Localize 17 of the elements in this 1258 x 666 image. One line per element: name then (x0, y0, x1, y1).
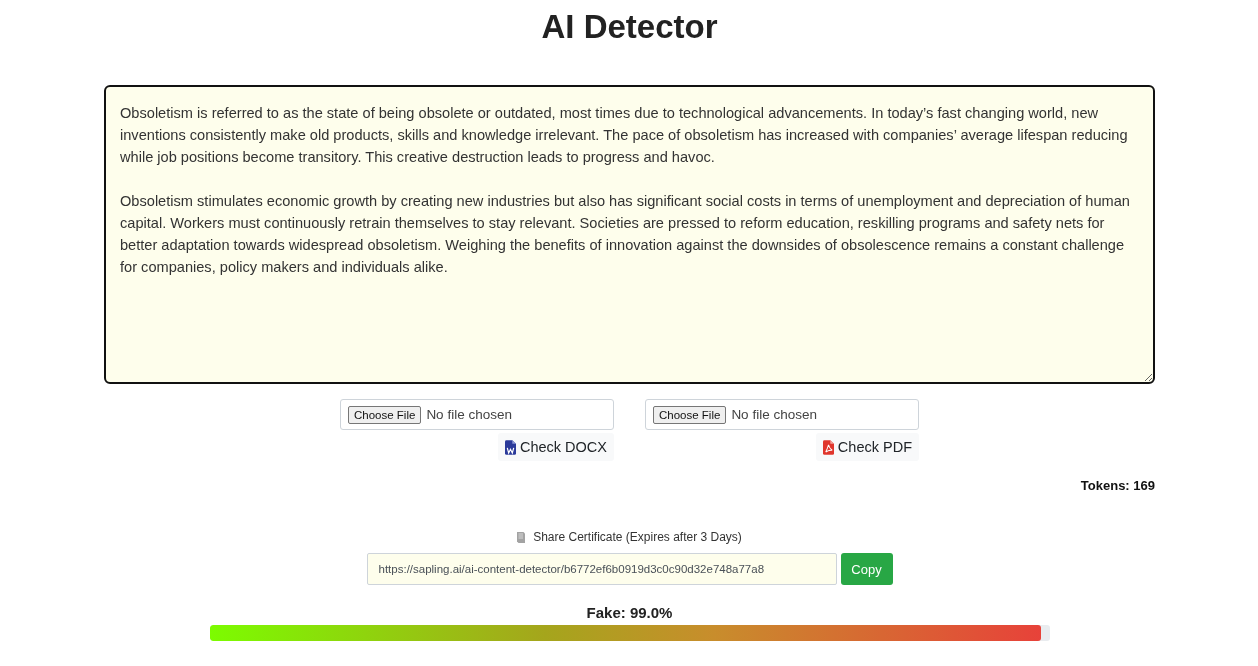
result-label: Fake: 99.0% (585, 604, 674, 622)
file-status-text: No file chosen (426, 407, 512, 422)
word-document-icon (504, 439, 516, 455)
page-title: AI Detector (540, 7, 719, 47)
file-field[interactable]: Choose File No file chosen (645, 399, 919, 430)
file-status-text: No file chosen (731, 407, 817, 422)
text-input[interactable]: Obsoletism is referred to as the state of being obsolete or outdated, most times due to technological advancements. In today’s fast changing world, new inventions consistently make old products, skills and knowledge irrelevant. The pace of obsoletism has increased with companies’ average lifespan reducing while job positions become transitory. This creative destruction leads to progress and havoc. Obsoletism stimulates economic growth by creating new industries but also has significant social costs in terms of unemployment and depreciation of human capital. Workers must continuously retrain themselves to stay relevant. Societies are pressed to reform education, reskilling programs and safety nets for better adaptation towards widespread obsoletism. Weighing the benefits of innovation against the downsides of obsolescence remains a constant challenge for companies, policy makers and individuals alike. (104, 85, 1155, 384)
choose-file-button[interactable]: Choose File (653, 405, 727, 424)
check-pdf-button[interactable]: Check PDF (815, 433, 919, 461)
document-icon (517, 531, 526, 543)
check-docx-button[interactable]: Check DOCX (497, 433, 614, 461)
url-field[interactable]: https://sapling.ai/ai-content-detector/b6772ef6b0919d3c0c90d32e748a77a8 (366, 553, 837, 585)
share-certificate-label: Share Certificate (Expires after 3 Days) (533, 530, 742, 544)
file-field[interactable]: Choose File No file chosen (340, 399, 614, 430)
choose-file-button[interactable]: Choose File (348, 405, 422, 424)
token-count: Tokens: 169 (1080, 478, 1155, 493)
pdf-document-icon (822, 439, 834, 455)
